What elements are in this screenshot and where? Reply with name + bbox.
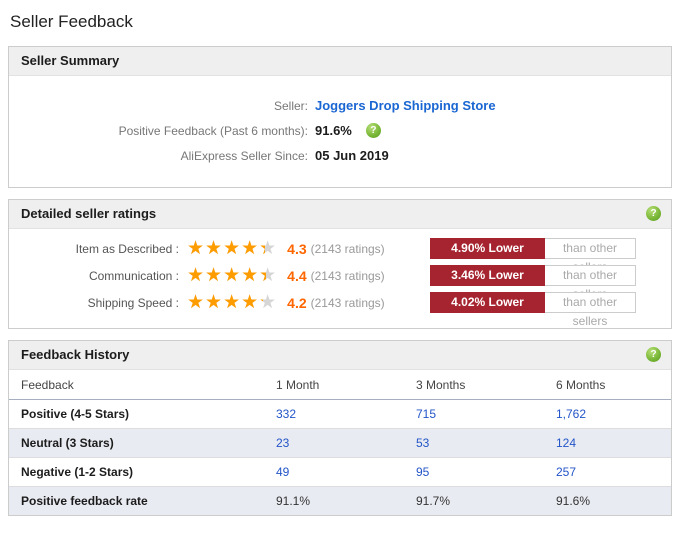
feedback-history-header: Feedback History ? [9, 341, 671, 370]
seller-summary-header: Seller Summary [9, 47, 671, 76]
rating-row-item-as-described: Item as Described : ★★★★★★★★★★ 4.3 (2143… [9, 235, 671, 274]
help-icon[interactable]: ? [646, 347, 661, 362]
seller-summary-title: Seller Summary [21, 53, 120, 68]
star-rating-icons: ★★★★★★★★★★ [187, 292, 278, 313]
seller-feedback-page: Seller Feedback Seller Summary Seller: J… [0, 0, 680, 535]
page-title: Seller Feedback [10, 12, 133, 31]
compare-box: than other sellers [545, 265, 636, 301]
rating-score: 4.2 [287, 294, 307, 311]
feedback-history-section: Feedback History ? Feedback 1 Month 3 Mo… [8, 340, 672, 516]
rating-score: 4.4 [287, 267, 307, 284]
column-header-1-month: 1 Month [264, 370, 404, 400]
rating-row-shipping-speed: Shipping Speed : ★★★★★★★★★★ 4.2 (2143 ra… [9, 289, 671, 328]
compare-box: than other sellers [545, 292, 636, 328]
feedback-rate-value: 91.1% [276, 494, 311, 508]
feedback-history-title: Feedback History [21, 347, 130, 362]
seller-row: Seller: Joggers Drop Shipping Store [9, 98, 671, 113]
seller-since-value: 05 Jun 2019 [315, 148, 389, 163]
comparison-group: 4.90% Lower than other sellers [430, 238, 636, 274]
star-rating-icons: ★★★★★★★★★★ [187, 265, 278, 286]
rating-count: (2143 ratings) [310, 295, 385, 310]
detailed-ratings-section: Detailed seller ratings ? Item as Descri… [8, 199, 672, 329]
star-fill-icons: ★★★★★ [187, 239, 265, 258]
column-header-3-months: 3 Months [404, 370, 544, 400]
row-label: Negative (1-2 Stars) [9, 457, 264, 487]
lower-badge: 3.46% Lower [430, 265, 545, 286]
seller-summary-section: Seller Summary Seller: Joggers Drop Ship… [8, 46, 672, 188]
comparison-group: 3.46% Lower than other sellers [430, 265, 636, 301]
feedback-history-table: Feedback 1 Month 3 Months 6 Months Posit… [9, 370, 671, 515]
help-icon[interactable]: ? [365, 123, 381, 138]
positive-feedback-row: Positive Feedback (Past 6 months): 91.6%… [9, 123, 671, 138]
positive-feedback-value: 91.6% [315, 123, 352, 138]
rating-count: (2143 ratings) [310, 268, 385, 283]
feedback-count-link[interactable]: 332 [276, 407, 296, 421]
seller-name-link[interactable]: Joggers Drop Shipping Store [315, 98, 496, 113]
rating-label: Item as Described : [75, 241, 179, 256]
table-row-positive-rate: Positive feedback rate 91.1% 91.7% 91.6% [9, 486, 671, 515]
feedback-count-link[interactable]: 53 [416, 436, 429, 450]
row-label: Positive feedback rate [9, 486, 264, 515]
detailed-ratings-header: Detailed seller ratings ? [9, 200, 671, 229]
feedback-count-link[interactable]: 23 [276, 436, 289, 450]
column-header-feedback: Feedback [9, 370, 264, 400]
feedback-rate-value: 91.6% [556, 494, 591, 508]
detailed-ratings-body: Item as Described : ★★★★★★★★★★ 4.3 (2143… [9, 229, 671, 328]
feedback-count-link[interactable]: 257 [556, 465, 576, 479]
column-header-6-months: 6 Months [544, 370, 671, 400]
help-icon[interactable]: ? [646, 206, 661, 221]
lower-badge: 4.02% Lower [430, 292, 545, 313]
star-rating-icons: ★★★★★★★★★★ [187, 238, 278, 259]
detailed-ratings-title: Detailed seller ratings [21, 206, 157, 221]
seller-summary-body: Seller: Joggers Drop Shipping Store Posi… [9, 76, 671, 187]
seller-label: Seller: [273, 98, 308, 113]
rating-count: (2143 ratings) [310, 241, 385, 256]
table-row-positive: Positive (4-5 Stars) 332 715 1,762 [9, 399, 671, 429]
seller-since-row: AliExpress Seller Since: 05 Jun 2019 [9, 148, 671, 163]
star-fill-icons: ★★★★★ [187, 266, 266, 285]
feedback-count-link[interactable]: 124 [556, 436, 576, 450]
feedback-count-link[interactable]: 95 [416, 465, 429, 479]
table-header-row: Feedback 1 Month 3 Months 6 Months [9, 370, 671, 400]
feedback-rate-value: 91.7% [416, 494, 451, 508]
table-row-negative: Negative (1-2 Stars) 49 95 257 [9, 457, 671, 487]
rating-label: Shipping Speed : [87, 295, 179, 310]
rating-score: 4.3 [287, 240, 307, 257]
comparison-group: 4.02% Lower than other sellers [430, 292, 636, 328]
rating-label: Communication : [88, 268, 179, 283]
feedback-count-link[interactable]: 49 [276, 465, 289, 479]
feedback-count-link[interactable]: 1,762 [556, 407, 586, 421]
rating-row-communication: Communication : ★★★★★★★★★★ 4.4 (2143 rat… [9, 262, 671, 301]
feedback-count-link[interactable]: 715 [416, 407, 436, 421]
positive-feedback-label: Positive Feedback (Past 6 months): [118, 123, 308, 138]
row-label: Neutral (3 Stars) [9, 428, 264, 458]
seller-since-label: AliExpress Seller Since: [180, 148, 308, 163]
table-row-neutral: Neutral (3 Stars) 23 53 124 [9, 428, 671, 458]
compare-box: than other sellers [545, 238, 636, 274]
lower-badge: 4.90% Lower [430, 238, 545, 259]
star-fill-icons: ★★★★★ [187, 293, 263, 312]
row-label: Positive (4-5 Stars) [9, 399, 264, 429]
